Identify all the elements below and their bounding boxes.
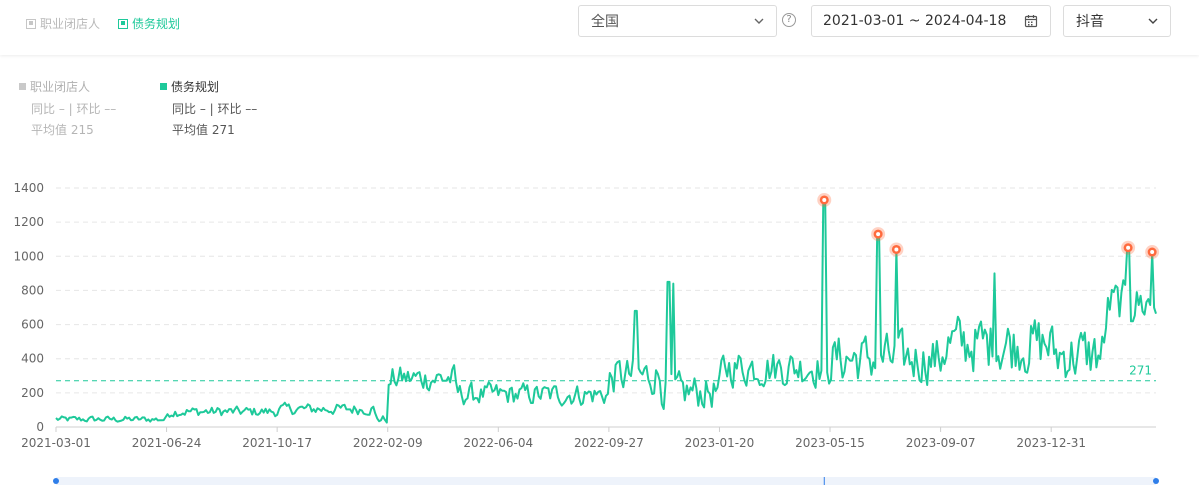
range-slider-track — [56, 477, 1156, 485]
platform-select[interactable]: 抖音 — [1063, 5, 1171, 37]
peak-marker — [871, 227, 886, 242]
date-range-picker[interactable]: 2021-03-01 ~ 2024-04-18 — [811, 5, 1051, 37]
x-tick-label: 2023-09-07 — [906, 436, 976, 450]
toggle-series-debt[interactable]: 债务规划 — [118, 15, 180, 32]
region-value: 全国 — [591, 14, 619, 30]
y-tick-label: 600 — [21, 318, 44, 332]
y-tick-label: 200 — [21, 386, 44, 400]
region-select[interactable]: 全国 — [578, 5, 777, 37]
chevron-down-icon — [1148, 18, 1158, 24]
x-tick-label: 2023-05-15 — [795, 436, 865, 450]
peak-marker-center — [1126, 245, 1131, 250]
peak-marker-center — [1150, 250, 1155, 255]
peak-marker-center — [822, 197, 827, 202]
peak-marker — [1121, 240, 1136, 255]
legend-average: 平均值 271 — [172, 123, 235, 137]
calendar-icon — [1024, 15, 1038, 28]
y-tick-label: 1000 — [13, 249, 44, 263]
toggle-label: 债务规划 — [132, 17, 181, 31]
peak-marker — [817, 192, 832, 207]
legend-average: 平均值 215 — [31, 123, 94, 137]
range-slider-handle — [1153, 478, 1159, 484]
x-tick-label: 2021-10-17 — [242, 436, 312, 450]
checkbox-icon — [118, 18, 128, 29]
series-line-debt — [55, 199, 1157, 424]
legend-name: 职业闭店人 — [30, 79, 91, 94]
x-tick-label: 2021-06-24 — [132, 436, 202, 450]
line-chart[interactable]: 0 200 400 600 800 1000 1200 1400 2021-03-01 2021-… — [0, 170, 1199, 485]
x-tick-label: 2023-01-20 — [685, 436, 755, 450]
peak-marker — [889, 242, 904, 257]
chevron-down-icon — [754, 18, 764, 24]
top-toolbar: 职业闭店人 债务规划 全国 ? 2021-03-01 ~ 2024-04-18 … — [0, 0, 1199, 55]
legend-series-closure[interactable]: 职业闭店人 同比 – | 环比 –– 平均值 215 — [19, 78, 116, 138]
legend-yoy: 同比 – | 环比 –– — [172, 102, 258, 116]
y-tick-label: 1200 — [13, 215, 44, 229]
x-tick-label: 2022-09-27 — [574, 436, 644, 450]
x-tick-label: 2022-02-09 — [353, 436, 423, 450]
toggle-series-closure[interactable]: 职业闭店人 — [26, 15, 100, 32]
legend-swatch — [19, 82, 26, 90]
y-tick-label: 1400 — [13, 181, 44, 195]
toggle-label: 职业闭店人 — [40, 17, 101, 31]
y-tick-label: 0 — [36, 420, 44, 434]
help-icon[interactable]: ? — [782, 13, 796, 27]
legend-swatch — [160, 82, 167, 90]
peak-marker-center — [876, 232, 881, 237]
x-tick-label: 2023-12-31 — [1016, 436, 1086, 450]
legend-yoy: 同比 – | 环比 –– — [31, 102, 117, 116]
platform-value: 抖音 — [1076, 14, 1104, 30]
y-tick-label: 800 — [21, 283, 44, 297]
peak-marker-center — [894, 247, 899, 252]
legend-series-debt[interactable]: 债务规划 同比 – | 环比 –– 平均值 271 — [160, 78, 257, 138]
peak-marker — [1145, 245, 1160, 260]
average-label: 271 — [1129, 364, 1152, 378]
legend-name: 债务规划 — [171, 79, 220, 94]
x-tick-label: 2021-03-01 — [21, 436, 91, 450]
x-tick-label: 2022-06-04 — [463, 436, 533, 450]
range-slider-handle — [53, 478, 59, 484]
date-range-value: 2021-03-01 ~ 2024-04-18 — [823, 13, 1007, 29]
checkbox-icon — [26, 18, 36, 29]
y-tick-label: 400 — [21, 352, 44, 366]
